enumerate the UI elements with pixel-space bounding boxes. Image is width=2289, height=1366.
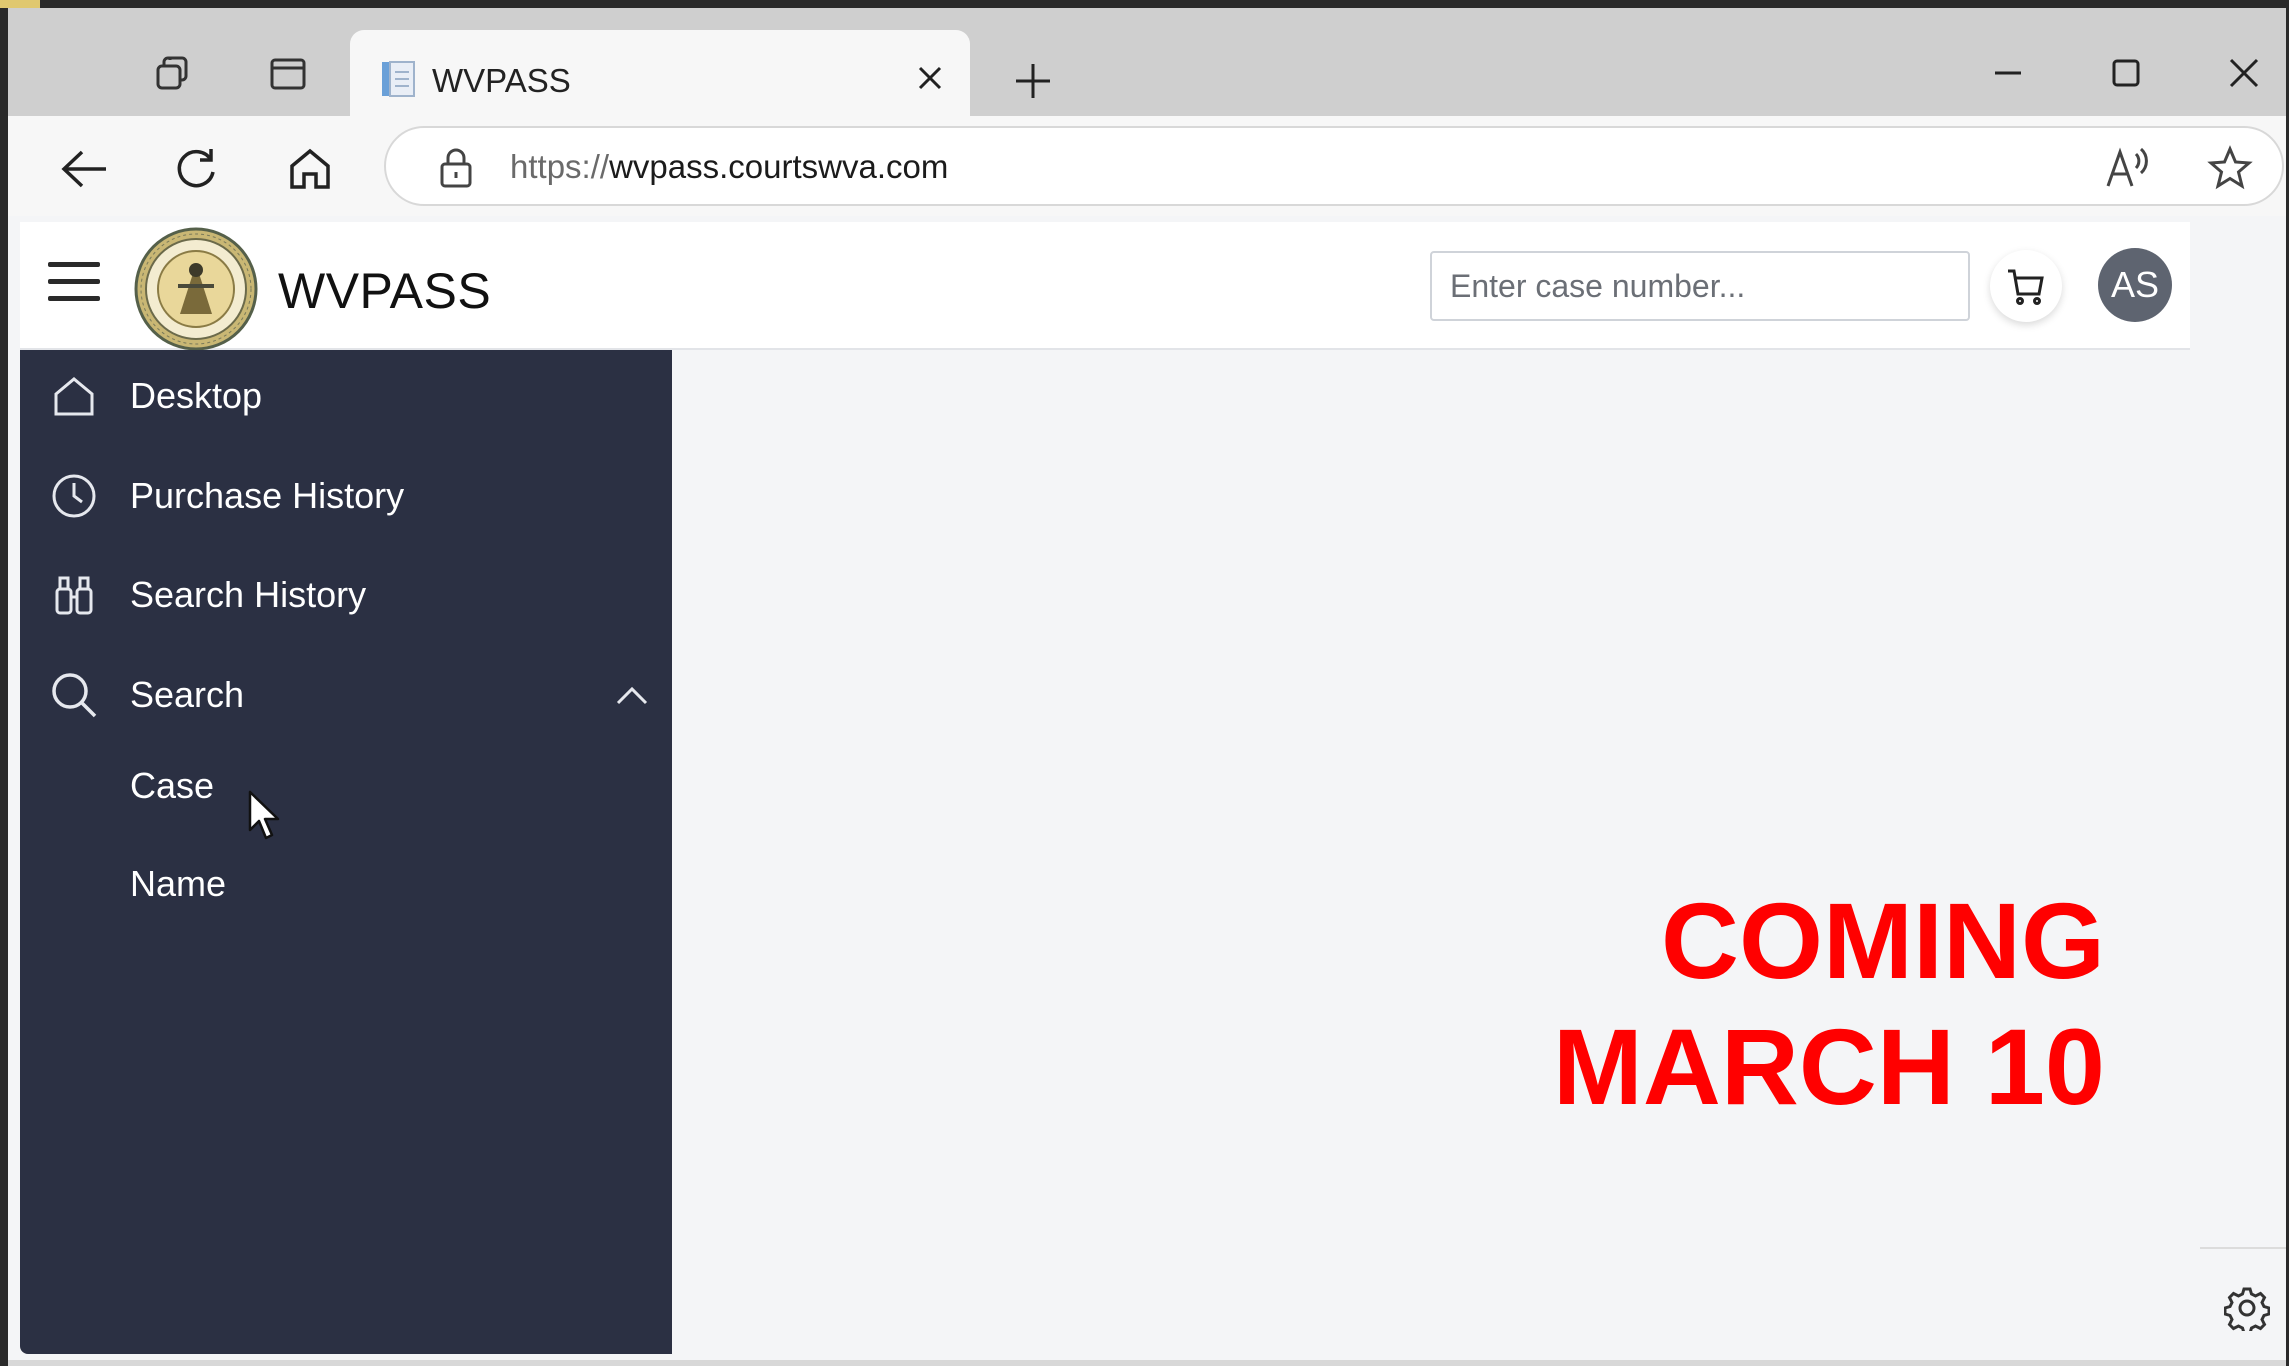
sidebar-item-search-history[interactable]: Search History	[20, 555, 672, 635]
browser-tab-strip: WVPASS	[8, 8, 2286, 120]
sidebar-item-label: Search History	[130, 574, 367, 615]
sidebar-subitem-case[interactable]: Case	[20, 750, 672, 822]
mouse-cursor-icon	[248, 790, 282, 847]
binoculars-icon	[48, 569, 100, 621]
settings-icon[interactable]	[2222, 1283, 2272, 1333]
sidebar-nav: Desktop Purchase History Search History	[20, 350, 672, 1354]
menu-toggle-icon[interactable]	[48, 262, 100, 308]
app-header: WVPASS AS	[20, 222, 2190, 352]
cart-icon	[2008, 269, 2044, 305]
page-favicon-icon	[380, 60, 416, 98]
tab-title: WVPASS	[432, 62, 571, 99]
back-icon[interactable]	[56, 141, 112, 197]
sidebar-item-label: Search	[130, 674, 245, 715]
window-frame-accent	[0, 0, 40, 8]
vertical-tabs-icon[interactable]	[264, 50, 312, 98]
app-brand: WVPASS	[278, 263, 492, 319]
url-text[interactable]: https://wvpass.courtswva.com	[510, 148, 948, 186]
court-seal-logo	[130, 226, 262, 352]
browser-toolbar: https://wvpass.courtswva.com	[8, 116, 2286, 216]
new-tab-icon[interactable]	[1003, 56, 1063, 106]
sidebar-subitem-label: Name	[130, 863, 227, 904]
window-bottom-edge	[8, 1360, 2286, 1366]
window-frame-top	[0, 0, 2289, 8]
sidebar-subitem-name[interactable]: Name	[20, 848, 672, 920]
workspaces-icon[interactable]	[150, 50, 198, 98]
window-frame-left	[0, 0, 8, 1366]
maximize-icon[interactable]	[2096, 48, 2156, 98]
browser-side-rail	[2190, 222, 2286, 1366]
address-bar[interactable]: https://wvpass.courtswva.com	[384, 126, 2284, 206]
sidebar-item-search[interactable]: Search	[20, 655, 672, 735]
rail-divider	[2200, 1247, 2286, 1249]
wvpass-app: WVPASS AS Desktop Purchase H	[20, 222, 2190, 1354]
user-avatar[interactable]: AS	[2098, 248, 2172, 322]
lock-icon[interactable]	[436, 146, 476, 195]
case-number-search-input[interactable]	[1430, 251, 1970, 321]
cart-button[interactable]	[1990, 250, 2062, 322]
chevron-up-icon[interactable]	[612, 675, 652, 715]
clock-icon	[48, 470, 100, 522]
sidebar-item-label: Desktop	[130, 375, 263, 416]
sidebar-subitem-label: Case	[130, 765, 215, 806]
active-tab[interactable]: WVPASS	[350, 30, 970, 120]
tab-close-icon[interactable]	[910, 58, 950, 98]
sidebar-item-purchase-history[interactable]: Purchase History	[20, 456, 672, 536]
window-close-icon[interactable]	[2214, 48, 2274, 98]
refresh-icon[interactable]	[168, 141, 224, 197]
favorite-icon[interactable]	[2204, 142, 2256, 194]
sidebar-item-label: Purchase History	[130, 475, 405, 516]
home-icon	[48, 370, 100, 422]
search-icon	[48, 669, 100, 721]
url-host: wvpass.courtswva.com	[609, 148, 949, 185]
read-aloud-icon[interactable]	[2102, 142, 2154, 194]
sidebar-item-desktop[interactable]: Desktop	[20, 356, 672, 436]
minimize-icon[interactable]	[1978, 48, 2038, 98]
coming-soon-announcement: COMING MARCH 10	[1553, 878, 2105, 1130]
url-protocol: https://	[510, 148, 610, 185]
home-icon[interactable]	[282, 141, 338, 197]
announcement-line-1: COMING	[1661, 880, 2105, 1001]
announcement-line-2: MARCH 10	[1552, 1006, 2105, 1127]
